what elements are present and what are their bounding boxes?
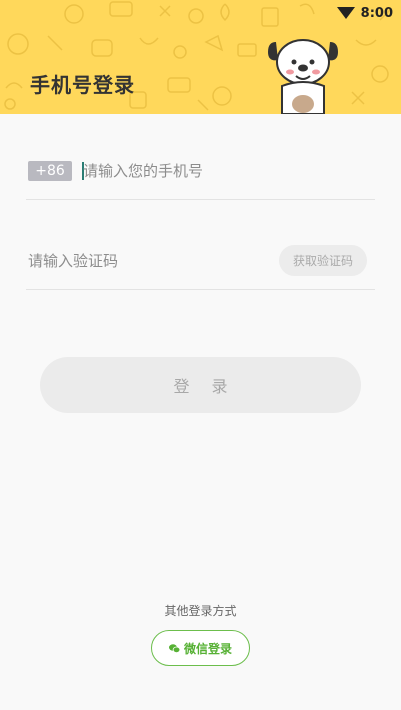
header-banner: 8:00 手机号登录	[0, 0, 401, 114]
page-title: 手机号登录	[30, 73, 135, 97]
get-code-button[interactable]: 获取验证码	[279, 245, 367, 276]
status-bar: 8:00	[336, 2, 393, 24]
wechat-icon	[168, 643, 180, 653]
login-button-label: 登录	[173, 377, 250, 396]
other-login-label: 其他登录方式	[164, 604, 237, 618]
verification-code-input[interactable]	[28, 249, 258, 273]
code-row: 获取验证码	[26, 200, 375, 290]
dog-mascot-icon	[268, 39, 338, 114]
status-time: 8:00	[360, 5, 393, 21]
wechat-login-label: 微信登录	[183, 641, 232, 656]
phone-row: +86	[26, 110, 375, 200]
wifi-icon	[336, 7, 355, 19]
login-button[interactable]: 登录	[40, 357, 361, 413]
wechat-login-button[interactable]: 微信登录	[151, 630, 250, 666]
country-code-badge[interactable]: +86	[28, 161, 72, 181]
phone-input[interactable]	[83, 159, 363, 183]
